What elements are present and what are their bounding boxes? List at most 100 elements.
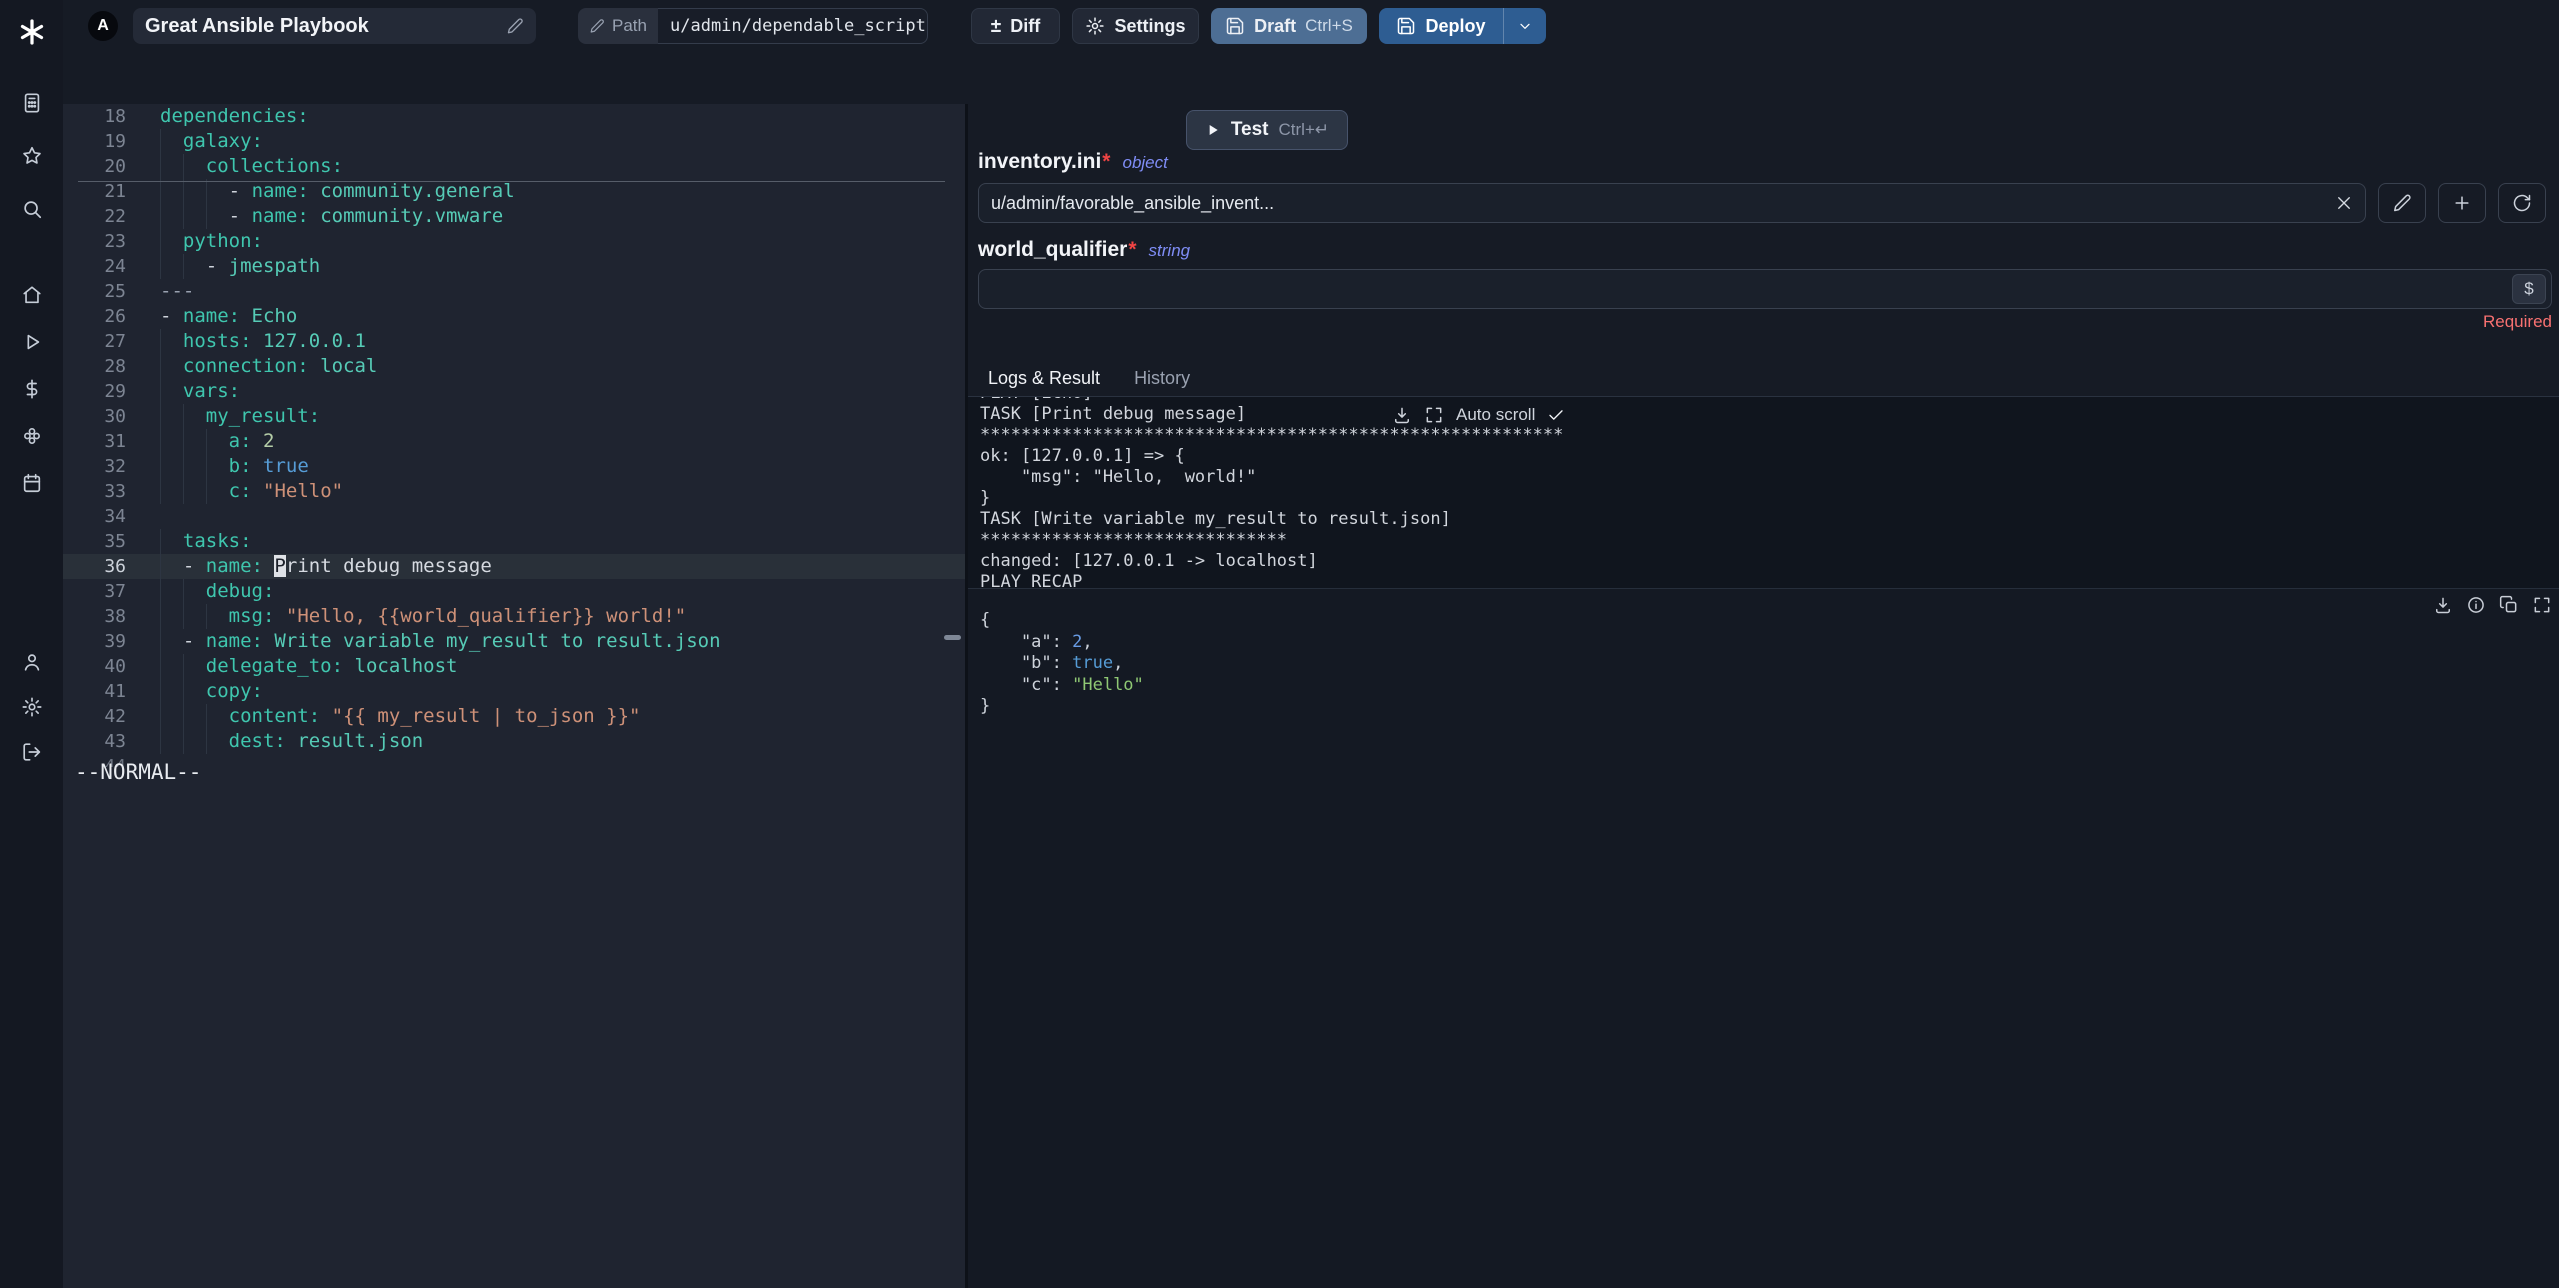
variable-picker-button[interactable]: $: [2512, 274, 2546, 304]
gear-icon[interactable]: [21, 696, 43, 718]
code-lines: 18 dependencies: 19 galaxy: 20 collections:…: [63, 104, 965, 767]
download-logs-icon[interactable]: [1392, 405, 1412, 425]
path-group: Path u/admin/dependable_script: [578, 8, 928, 44]
script-title: Great Ansible Playbook: [145, 14, 369, 37]
code-line-32[interactable]: 32 b: true: [63, 454, 965, 479]
dollar-icon[interactable]: [21, 378, 43, 400]
code-line-35[interactable]: 35 tasks:: [63, 529, 965, 554]
code-line-40[interactable]: 40 delegate_to: localhost: [63, 654, 965, 679]
line-number: 35: [104, 531, 126, 552]
test-button[interactable]: Test Ctrl+↵: [1186, 110, 1348, 150]
code-line-38[interactable]: 38 msg: "Hello, {{world_qualifier}} worl…: [63, 604, 965, 629]
info-icon[interactable]: [2466, 595, 2486, 615]
sticky-scroll-divider: [78, 181, 945, 182]
line-number: 19: [104, 131, 126, 152]
path-edit-button[interactable]: Path: [578, 8, 658, 44]
code-line-31[interactable]: 31 a: 2: [63, 429, 965, 454]
code-line-30[interactable]: 30 my_result:: [63, 404, 965, 429]
deploy-dropdown-button[interactable]: [1503, 8, 1546, 44]
script-title-field[interactable]: Great Ansible Playbook: [133, 8, 536, 44]
code-line-24[interactable]: 24 - jmespath: [63, 254, 965, 279]
search-icon[interactable]: [21, 198, 43, 220]
line-number: 25: [104, 281, 126, 302]
path-label: Path: [612, 16, 647, 35]
settings-button[interactable]: Settings: [1072, 8, 1199, 44]
code-line-39[interactable]: 39 - name: Write variable my_result to r…: [63, 629, 965, 654]
star-icon[interactable]: [21, 145, 43, 167]
calendar-icon[interactable]: [21, 472, 43, 494]
code-line-28[interactable]: 28 connection: local: [63, 354, 965, 379]
line-number: 27: [104, 331, 126, 352]
tab-logs-result[interactable]: Logs & Result: [988, 368, 1100, 389]
code-line-19[interactable]: 19 galaxy:: [63, 129, 965, 154]
code-line-29[interactable]: 29 vars:: [63, 379, 965, 404]
gear-icon: [1086, 17, 1105, 35]
code-line-36[interactable]: 36 - name: Print debug message: [63, 554, 965, 579]
line-number: 29: [104, 381, 126, 402]
line-number: 38: [104, 606, 126, 627]
line-number: 23: [104, 231, 126, 252]
windmill-app: A Great Ansible Playbook Path u/admin/de…: [0, 0, 2559, 1288]
result-tabs: Logs & Result History: [968, 361, 2559, 397]
edit-inventory-button[interactable]: [2378, 183, 2426, 223]
tab-history[interactable]: History: [1134, 368, 1190, 389]
code-line-21[interactable]: 21 - name: community.general: [63, 179, 965, 204]
expand-result-icon[interactable]: [2532, 595, 2552, 615]
pencil-icon: [590, 19, 604, 33]
add-resource-button[interactable]: [2438, 183, 2486, 223]
resize-grip-icon[interactable]: [944, 635, 961, 640]
log-console: PLAY [Echo] ****************************…: [968, 397, 2559, 589]
world-qualifier-field-label: world_qualifier * string: [978, 238, 1191, 261]
line-number: 26: [104, 306, 126, 327]
save-icon: [1226, 17, 1244, 35]
code-editor[interactable]: 18 dependencies: 19 galaxy: 20 collections:…: [63, 104, 965, 1288]
deploy-icon: [1398, 17, 1415, 35]
copy-result-icon[interactable]: [2499, 595, 2519, 615]
code-line-22[interactable]: 22 - name: community.vmware: [63, 204, 965, 229]
line-number: 40: [104, 656, 126, 677]
deploy-button[interactable]: Deploy: [1379, 8, 1503, 44]
calculator-icon[interactable]: [21, 92, 43, 114]
play-icon[interactable]: [21, 331, 43, 353]
code-line-20[interactable]: 20 collections:: [63, 154, 965, 179]
play-icon: [1209, 125, 1218, 135]
inventory-input-row: u/admin/favorable_ansible_invent...: [978, 183, 2546, 223]
code-line-37[interactable]: 37 debug:: [63, 579, 965, 604]
code-line-33[interactable]: 33 c: "Hello": [63, 479, 965, 504]
code-line-43[interactable]: 43 dest: result.json: [63, 729, 965, 754]
home-icon[interactable]: [21, 284, 43, 306]
code-line-34[interactable]: 34: [63, 504, 965, 529]
world-qualifier-input[interactable]: $: [978, 269, 2552, 309]
diff-button[interactable]: ± Diff: [971, 8, 1060, 44]
pencil-icon: [2394, 194, 2411, 212]
code-line-23[interactable]: 23 python:: [63, 229, 965, 254]
code-line-42[interactable]: 42 content: "{{ my_result | to_json }}": [63, 704, 965, 729]
line-number: 21: [104, 181, 126, 202]
download-result-icon[interactable]: [2433, 595, 2453, 615]
log-tools: Auto scroll: [1392, 405, 1565, 425]
script-path[interactable]: u/admin/dependable_script: [658, 8, 928, 44]
clear-inventory-icon[interactable]: [2335, 194, 2353, 212]
required-mark: *: [1102, 150, 1111, 173]
expand-logs-icon[interactable]: [1424, 405, 1444, 425]
auto-scroll-checkbox[interactable]: [1547, 406, 1565, 424]
line-number: 42: [104, 706, 126, 727]
logout-icon[interactable]: [21, 741, 43, 763]
line-number: 24: [104, 256, 126, 277]
inventory-input[interactable]: u/admin/favorable_ansible_invent...: [978, 183, 2366, 223]
line-number: 20: [104, 156, 126, 177]
code-line-26[interactable]: 26- name: Echo: [63, 304, 965, 329]
line-number: 18: [104, 106, 126, 127]
windmill-logo-icon[interactable]: [0, 0, 63, 63]
code-line-27[interactable]: 27 hosts: 127.0.0.1: [63, 329, 965, 354]
user-icon[interactable]: [21, 651, 43, 673]
edit-title-icon[interactable]: [506, 17, 524, 35]
code-line-18[interactable]: 18 dependencies:: [63, 104, 965, 129]
code-line-41[interactable]: 41 copy:: [63, 679, 965, 704]
workspace-avatar[interactable]: A: [88, 11, 118, 41]
modules-icon[interactable]: [21, 425, 43, 447]
code-line-25[interactable]: 25 ---: [63, 279, 965, 304]
draft-button[interactable]: Draft Ctrl+S: [1211, 8, 1367, 44]
topbar: A Great Ansible Playbook Path u/admin/de…: [63, 0, 2559, 52]
refresh-resource-button[interactable]: [2498, 183, 2546, 223]
